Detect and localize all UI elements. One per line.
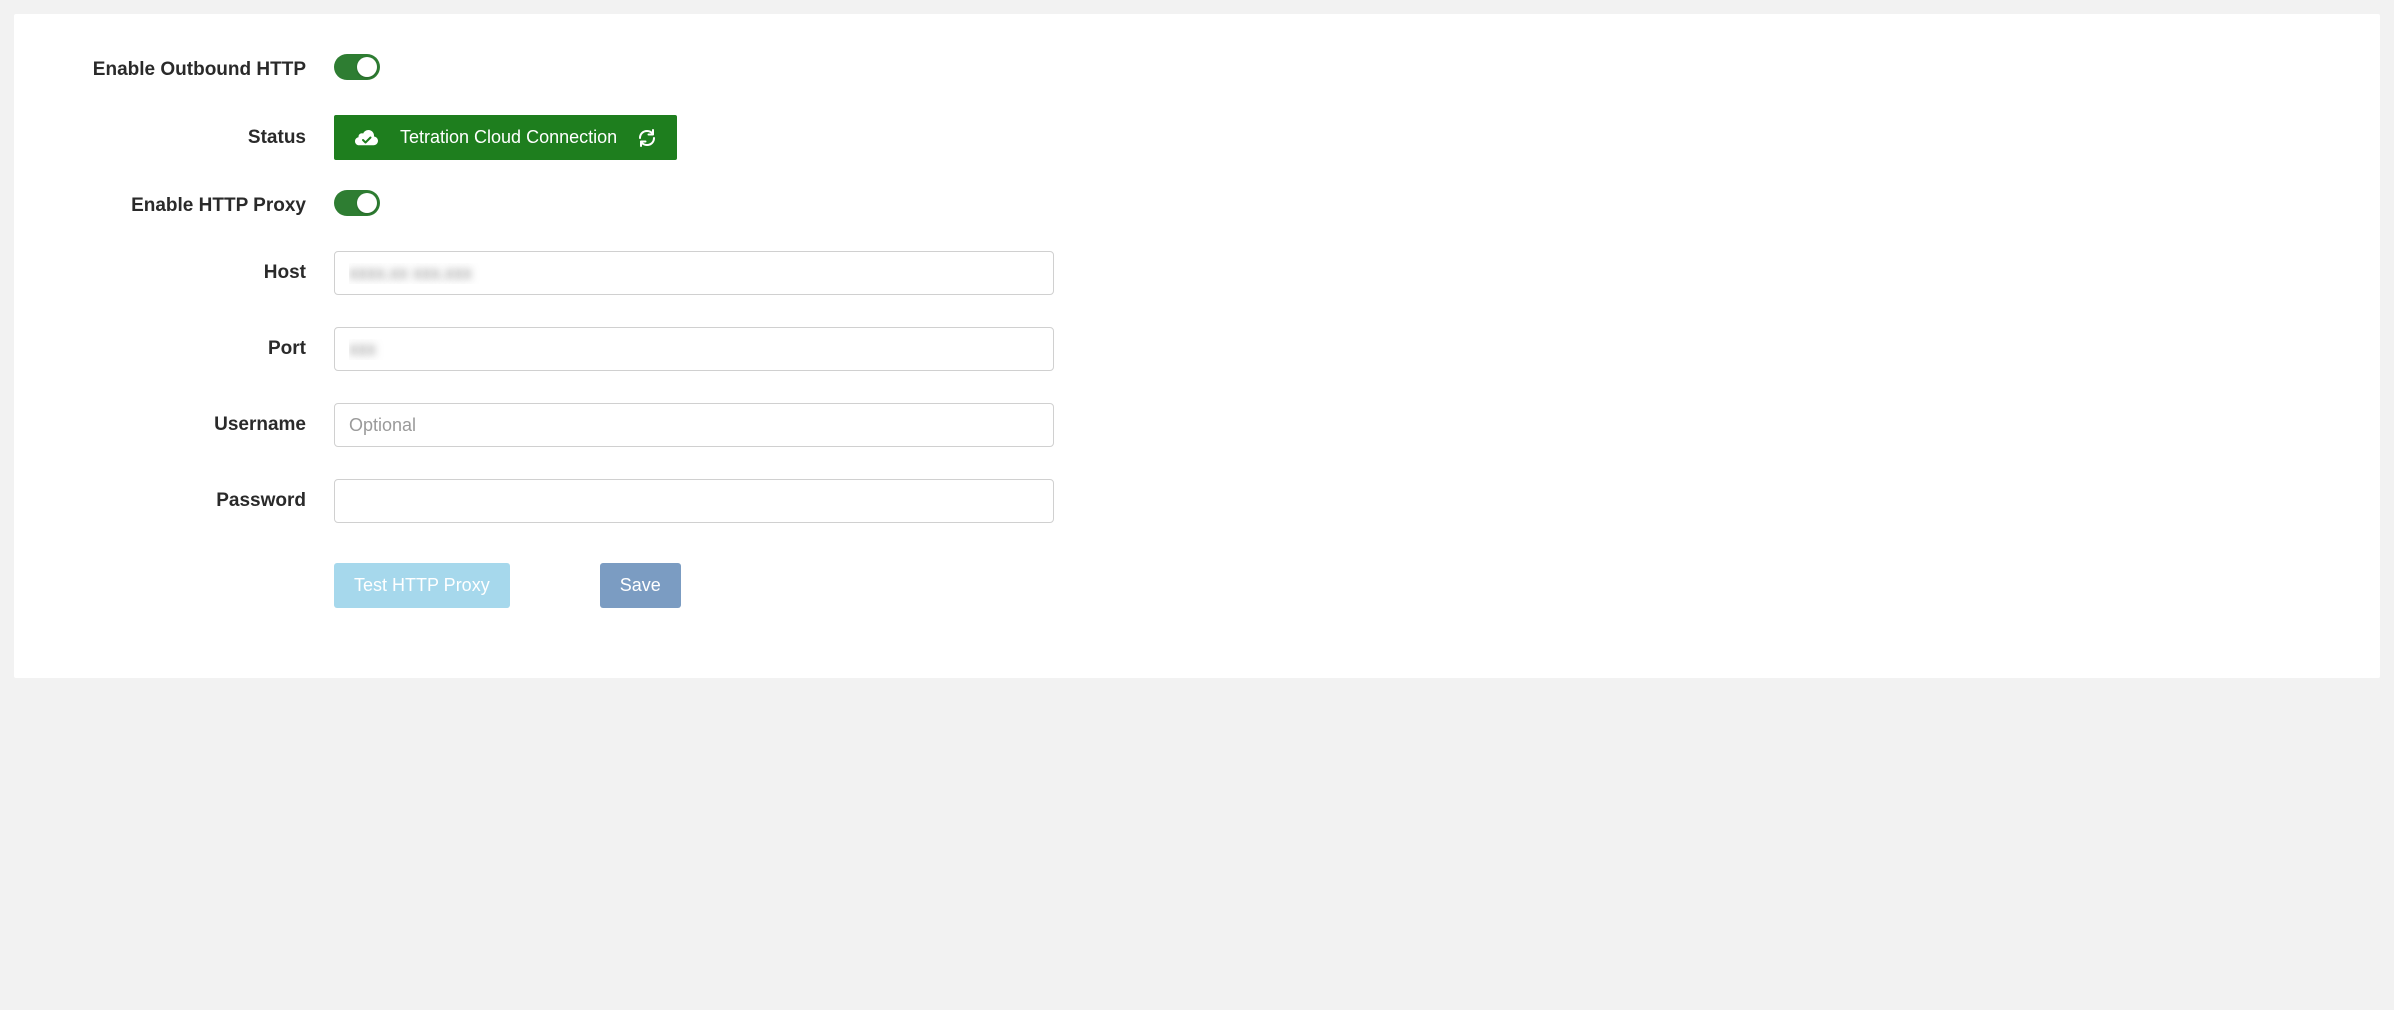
label-host: Host bbox=[74, 262, 334, 284]
toggle-enable-http-proxy[interactable] bbox=[334, 190, 380, 216]
toggle-knob bbox=[357, 193, 377, 213]
row-password: Password bbox=[74, 479, 2320, 523]
label-status: Status bbox=[74, 127, 334, 149]
row-username: Username bbox=[74, 403, 2320, 447]
row-enable-http-proxy: Enable HTTP Proxy bbox=[74, 190, 2320, 221]
save-button[interactable]: Save bbox=[600, 563, 681, 608]
status-text: Tetration Cloud Connection bbox=[400, 127, 617, 148]
label-enable-http-proxy: Enable HTTP Proxy bbox=[74, 195, 334, 217]
password-input[interactable] bbox=[334, 479, 1054, 523]
row-status: Status Tetration Cloud Connection bbox=[74, 115, 2320, 160]
cloud-check-icon bbox=[354, 128, 380, 148]
row-host: Host bbox=[74, 251, 2320, 295]
label-username: Username bbox=[74, 414, 334, 436]
status-badge: Tetration Cloud Connection bbox=[334, 115, 677, 160]
label-password: Password bbox=[74, 490, 334, 512]
username-input[interactable] bbox=[334, 403, 1054, 447]
label-enable-outbound-http: Enable Outbound HTTP bbox=[74, 59, 334, 81]
port-input[interactable] bbox=[334, 327, 1054, 371]
row-port: Port bbox=[74, 327, 2320, 371]
host-input[interactable] bbox=[334, 251, 1054, 295]
toggle-enable-outbound-http[interactable] bbox=[334, 54, 380, 80]
settings-panel: Enable Outbound HTTP Status Tetration Cl… bbox=[14, 14, 2380, 678]
test-http-proxy-button[interactable]: Test HTTP Proxy bbox=[334, 563, 510, 608]
row-enable-outbound-http: Enable Outbound HTTP bbox=[74, 54, 2320, 85]
toggle-knob bbox=[357, 57, 377, 77]
label-port: Port bbox=[74, 338, 334, 360]
refresh-icon[interactable] bbox=[637, 128, 657, 148]
row-buttons: Test HTTP Proxy Save bbox=[74, 555, 2320, 608]
